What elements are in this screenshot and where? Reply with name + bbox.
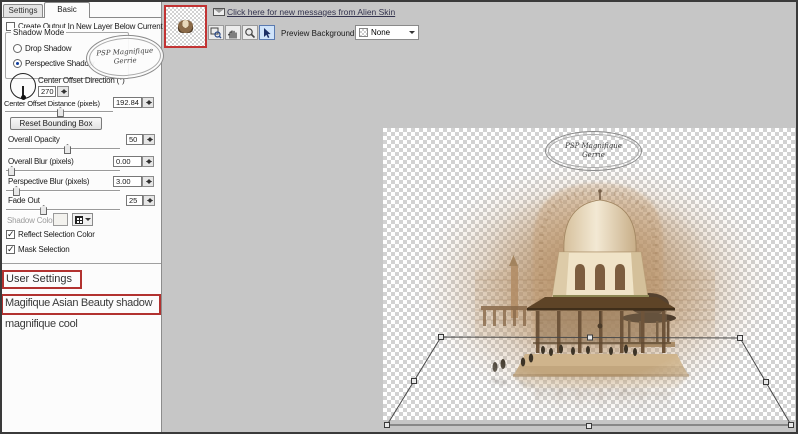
overall-blur-label: Overall Blur (pixels) [8,157,74,166]
perspective-blur-slider-thumb[interactable] [13,186,20,196]
shadow-mode-legend: Shadow Mode [11,28,66,37]
perspective-shadow-label: Perspective Shadow [25,59,94,68]
bbox-handle-bottom-right[interactable] [789,423,794,428]
tab-settings[interactable]: Settings [3,4,43,17]
mask-selection-label: Mask Selection [18,245,69,254]
opacity-label: Overall Opacity [8,135,60,144]
fade-out-input[interactable]: 25 [126,195,143,206]
magnifier-icon [244,27,256,39]
spinner-down-icon[interactable] [146,181,152,184]
perspective-shadow-radio[interactable]: Perspective Shadow [13,59,94,68]
spinner-down-icon[interactable] [146,161,152,164]
color-grid-icon [75,216,83,224]
preview-background-label: Preview Background: [281,29,357,38]
fade-out-spinner[interactable] [143,195,155,206]
settings-panel: Settings Basic Create Output In New Laye… [2,2,162,432]
annotation-box-preset [1,294,161,315]
watermark-line2: Gerrie [114,56,137,66]
reflect-selection-checkbox[interactable]: ✓ Reflect Selection Color [6,230,95,239]
shadow-color-picker-button[interactable] [72,213,93,226]
drop-shadow-radio-circle[interactable] [13,44,22,53]
watermark-line1: PSP Magnifique [565,142,622,151]
opacity-slider-thumb[interactable] [64,144,71,154]
overall-blur-slider-thumb[interactable] [8,166,15,176]
preview-background-dropdown[interactable]: None [355,25,419,40]
fit-preview-icon [210,27,222,39]
direction-spinner[interactable] [57,86,69,97]
fade-out-label: Fade Out [8,196,40,205]
alien-skin-messages-link[interactable]: Click here for new messages from Alien S… [227,7,395,17]
perspective-blur-label: Perspective Blur (pixels) [8,177,89,186]
panel-divider [2,263,161,264]
distance-label: Center Offset Distance (pixels) [4,99,100,108]
spinner-down-icon[interactable] [146,102,152,105]
chevron-down-icon [85,218,91,221]
spinner-down-icon[interactable] [147,200,153,203]
drop-shadow-label: Drop Shadow [25,44,71,53]
preview-thumbnail[interactable] [164,5,207,48]
watermark-stamp-preview: PSP Magnifique Gerrie [545,131,642,171]
reflect-selection-label: Reflect Selection Color [18,230,95,239]
opacity-slider[interactable] [8,148,120,150]
zoom-tool-button[interactable] [242,25,258,40]
direction-input[interactable]: 270 [38,86,56,97]
perspective-blur-slider[interactable] [6,190,120,192]
distance-spinner[interactable] [142,97,154,108]
bbox-handle-bottom-left[interactable] [385,423,390,428]
overall-blur-input[interactable]: 0.00 [113,156,142,167]
cursor-arrow-icon [261,27,273,39]
perspective-shadow-radio-circle[interactable] [13,59,22,68]
mask-selection-checkbox[interactable]: ✓ Mask Selection [6,245,69,254]
preview-canvas[interactable]: PSP Magnifique Gerrie [383,128,795,420]
perspective-blur-input[interactable]: 3.00 [113,176,142,187]
spinner-down-icon[interactable] [61,91,67,94]
fade-out-slider-thumb[interactable] [40,205,47,215]
reflect-selection-checkbox-box[interactable]: ✓ [6,230,15,239]
distance-slider-thumb[interactable] [57,107,64,117]
opacity-spinner[interactable] [143,134,155,145]
opacity-input[interactable]: 50 [126,134,143,145]
thumbnail-image [178,20,193,33]
fit-preview-tool-button[interactable] [208,25,224,40]
overall-blur-spinner[interactable] [142,156,154,167]
background-swatch-icon [359,28,368,37]
shadow-color-label: Shadow Color: [7,216,57,225]
shadow-color-swatch[interactable] [53,213,68,226]
spinner-down-icon[interactable] [147,139,153,142]
pan-tool-button[interactable] [225,25,241,40]
plugin-window: Settings Basic Create Output In New Laye… [0,0,798,434]
overall-blur-slider[interactable] [6,170,120,172]
chevron-down-icon [409,31,415,34]
drop-shadow-radio[interactable]: Drop Shadow [13,44,71,53]
perspective-blur-spinner[interactable] [142,176,154,187]
envelope-icon [213,8,225,16]
direction-dial[interactable] [10,73,36,99]
preview-background-value: None [371,28,390,37]
reset-bounding-box-button[interactable]: Reset Bounding Box [10,117,102,130]
fade-out-slider[interactable] [6,209,120,211]
hand-icon [227,27,239,39]
watermark-line2: Gerrie [582,151,605,160]
distance-slider[interactable] [5,111,113,113]
bbox-handle-bottom-mid[interactable] [587,424,592,429]
preview-image [383,128,795,420]
mask-selection-checkbox-box[interactable]: ✓ [6,245,15,254]
preset-item[interactable]: magnifique cool [5,318,78,330]
select-tool-button[interactable] [259,25,275,40]
tab-basic[interactable]: Basic [44,2,90,18]
annotation-box-user-settings [2,270,82,289]
distance-input[interactable]: 192.84 [113,97,142,108]
